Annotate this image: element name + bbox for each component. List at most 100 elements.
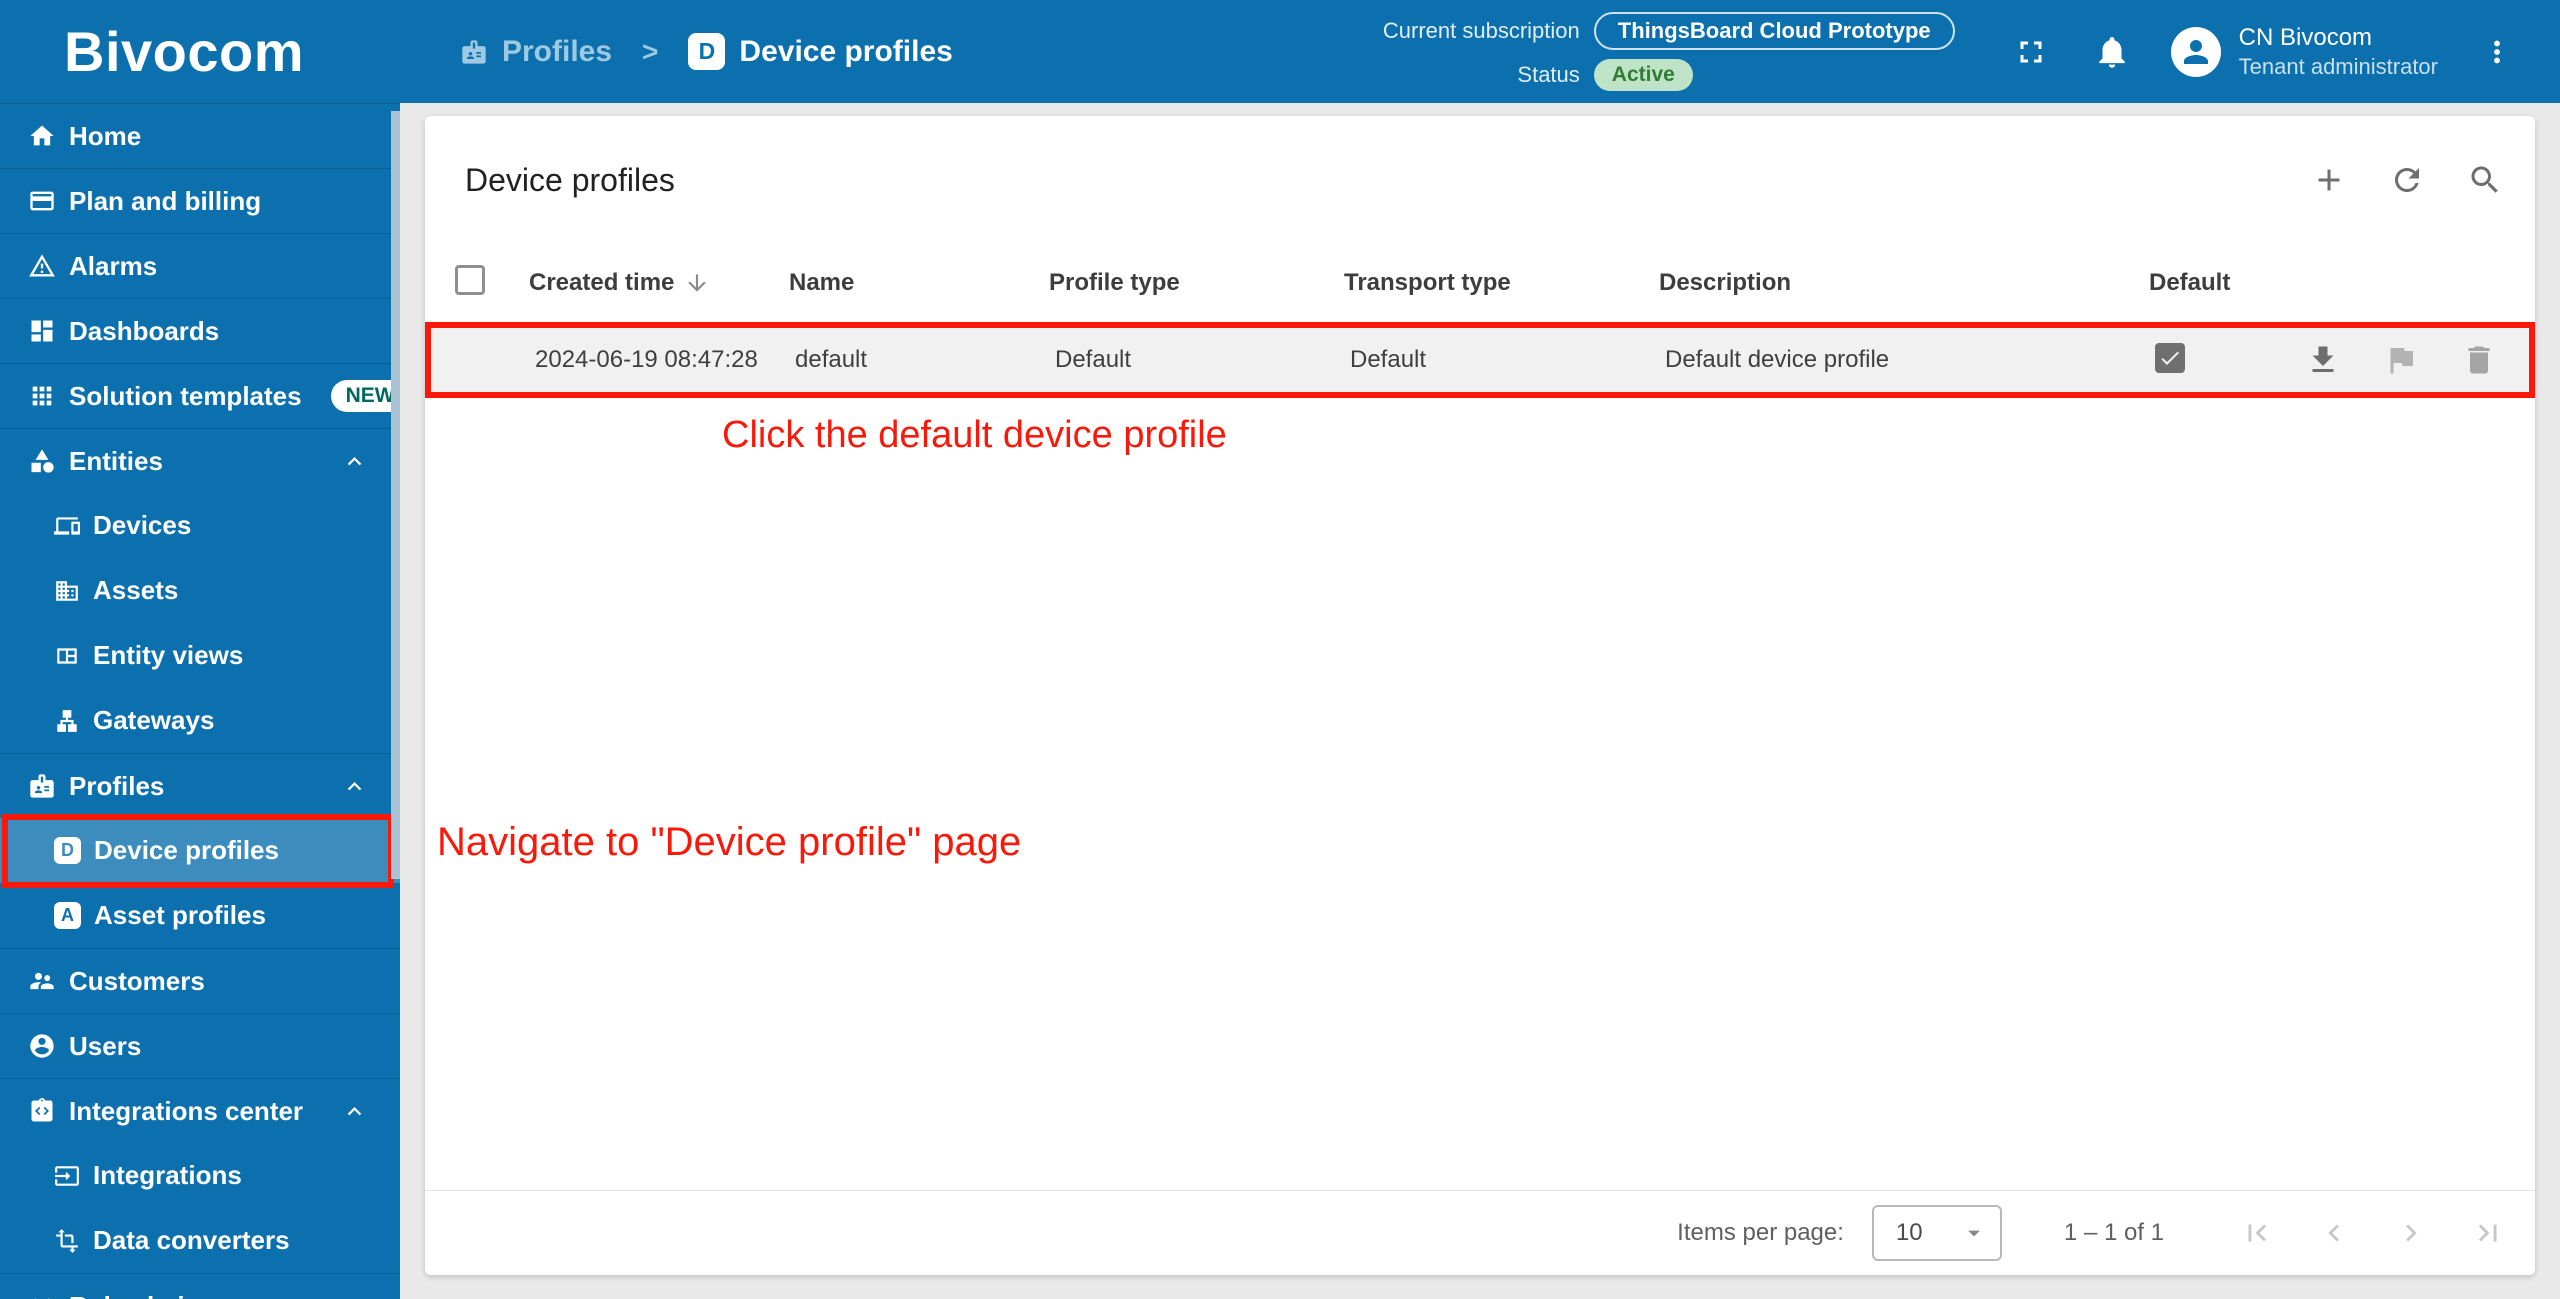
flag-icon [2390,348,2413,374]
app-root: Bivocom Profiles > D Device profiles Cur… [0,0,2560,1299]
previous-page-button[interactable] [2317,1216,2351,1250]
cell-description: Default device profile [1665,346,1890,373]
column-label: Default [2149,269,2231,296]
sidebar-item-label: Device profiles [94,835,279,865]
device-profiles-card: Device profiles Created time Name Profil… [425,116,2535,1275]
column-header-created-time[interactable]: Created time [529,269,789,297]
credit-card-icon [30,191,54,211]
device-profile-icon: D [54,837,81,864]
search-button[interactable] [2467,162,2503,198]
first-page-button[interactable] [2240,1216,2274,1250]
check-icon [2161,351,2179,365]
sidebar-item-entities[interactable]: Entities [0,428,400,493]
sidebar-scrollbar-thumb[interactable] [391,111,400,879]
sidebar-item-profiles[interactable]: Profiles [0,753,400,818]
badge-icon [30,774,54,798]
sidebar-item-plan-and-billing[interactable]: Plan and billing [0,168,400,233]
chevron-up-icon[interactable] [341,773,368,800]
add-device-profile-button[interactable] [2311,162,2347,198]
delete-profile-button[interactable] [2461,342,2497,378]
people-icon [30,972,54,990]
sidebar-item-alarms[interactable]: Alarms [0,233,400,298]
last-page-icon [2478,1224,2497,1242]
sidebar-item-assets[interactable]: Assets [0,558,400,623]
devices-icon [54,516,80,535]
chevron-right-icon [2406,1224,2417,1242]
sidebar-item-dashboards[interactable]: Dashboards [0,298,400,363]
sidebar-item-devices[interactable]: Devices [0,493,400,558]
chevron-up-icon[interactable] [341,1098,368,1125]
column-header-default[interactable]: Default [2149,269,2299,297]
sidebar-item-asset-profiles[interactable]: A Asset profiles [0,883,400,948]
last-page-button[interactable] [2471,1216,2505,1250]
annotation-navigate-device-profile: Navigate to "Device profile" page [437,820,1022,864]
sidebar-item-integrations-center[interactable]: Integrations center [0,1078,400,1143]
column-header-transport-type[interactable]: Transport type [1344,269,1659,297]
subscription-label: Current subscription [1382,18,1580,43]
cell-name: default [795,346,868,373]
next-page-button[interactable] [2394,1216,2428,1250]
column-label: Description [1659,269,1792,296]
refresh-button[interactable] [2389,162,2425,198]
more-menu-button[interactable] [2480,35,2514,69]
column-label: Name [789,269,855,296]
user-role: Tenant administrator [2238,53,2438,79]
dashboard-icon [31,320,53,342]
breadcrumb: Profiles > D Device profiles [460,33,953,70]
sidebar-item-entity-views[interactable]: Entity views [0,623,400,688]
column-header-description[interactable]: Description [1659,269,2149,297]
subscription-plan-pill[interactable]: ThingsBoard Cloud Prototype [1593,12,1955,50]
sidebar-item-users[interactable]: Users [0,1013,400,1078]
view-quilt-icon [57,647,77,664]
apps-grid-icon [32,386,52,406]
sidebar-item-solution-templates[interactable]: Solution templates NEW [0,363,400,428]
sidebar-item-home[interactable]: Home [0,103,400,168]
user-avatar[interactable] [2170,26,2221,77]
fullscreen-button[interactable] [2013,34,2049,70]
chevron-up-icon[interactable] [341,448,368,475]
breadcrumb-profiles[interactable]: Profiles [460,35,612,69]
chevron-left-icon [2328,1224,2339,1242]
pagination-bar: Items per page: 10 1 – 1 of 1 [425,1190,2535,1275]
pagination-nav [2240,1216,2505,1250]
cell-created-time: 2024-06-19 08:47:28 [535,346,758,373]
export-profile-button[interactable] [2305,342,2341,378]
building-icon [56,580,78,601]
sidebar-item-customers[interactable]: Customers [0,948,400,1013]
user-name: CN Bivocom [2238,23,2373,51]
main-content: Device profiles Created time Name Profil… [400,103,2560,1299]
sidebar-item-integrations[interactable]: Integrations [0,1143,400,1208]
column-header-name[interactable]: Name [789,269,1049,297]
card-actions [2311,162,2503,198]
bell-icon [2099,36,2125,68]
table-row-default-profile[interactable]: 2024-06-19 08:47:28 default Default Defa… [425,322,2535,398]
column-header-profile-type[interactable]: Profile type [1049,269,1344,297]
sidebar-item-data-converters[interactable]: Data converters [0,1208,400,1273]
table-header: Created time Name Profile type Transport… [425,244,2535,322]
items-per-page-select[interactable]: 10 [1871,1205,2002,1261]
notifications-button[interactable] [2093,33,2131,71]
breadcrumb-parent-label: Profiles [502,34,613,68]
search-icon [2471,166,2498,193]
sidebar-item-label: Home [69,120,142,151]
sidebar-item-label: Entity views [93,640,244,670]
select-all-checkbox[interactable] [455,264,485,295]
asset-profile-icon: A [54,902,81,929]
input-arrow-icon [55,1165,79,1186]
default-checkbox-checked[interactable] [2155,343,2185,373]
sidebar-item-gateways[interactable]: Gateways [0,688,400,753]
kebab-menu-icon [2494,40,2500,63]
sidebar-item-rule-chains[interactable]: Rule chains [0,1273,400,1299]
column-label: Created time [529,269,675,296]
rule-chain-icon [34,1298,50,1299]
make-default-button[interactable] [2383,342,2419,378]
badge-icon [462,39,486,64]
sidebar-item-label: Rule chains [69,1291,215,1299]
plus-icon [2318,169,2340,191]
warning-icon [29,254,55,277]
account-circle-icon [30,1034,54,1058]
brand-logo[interactable]: Bivocom [0,0,400,103]
network-tree-icon [57,709,77,732]
sidebar-item-device-profiles[interactable]: D Device profiles [0,818,400,883]
sidebar-item-label: Integrations [93,1160,242,1190]
